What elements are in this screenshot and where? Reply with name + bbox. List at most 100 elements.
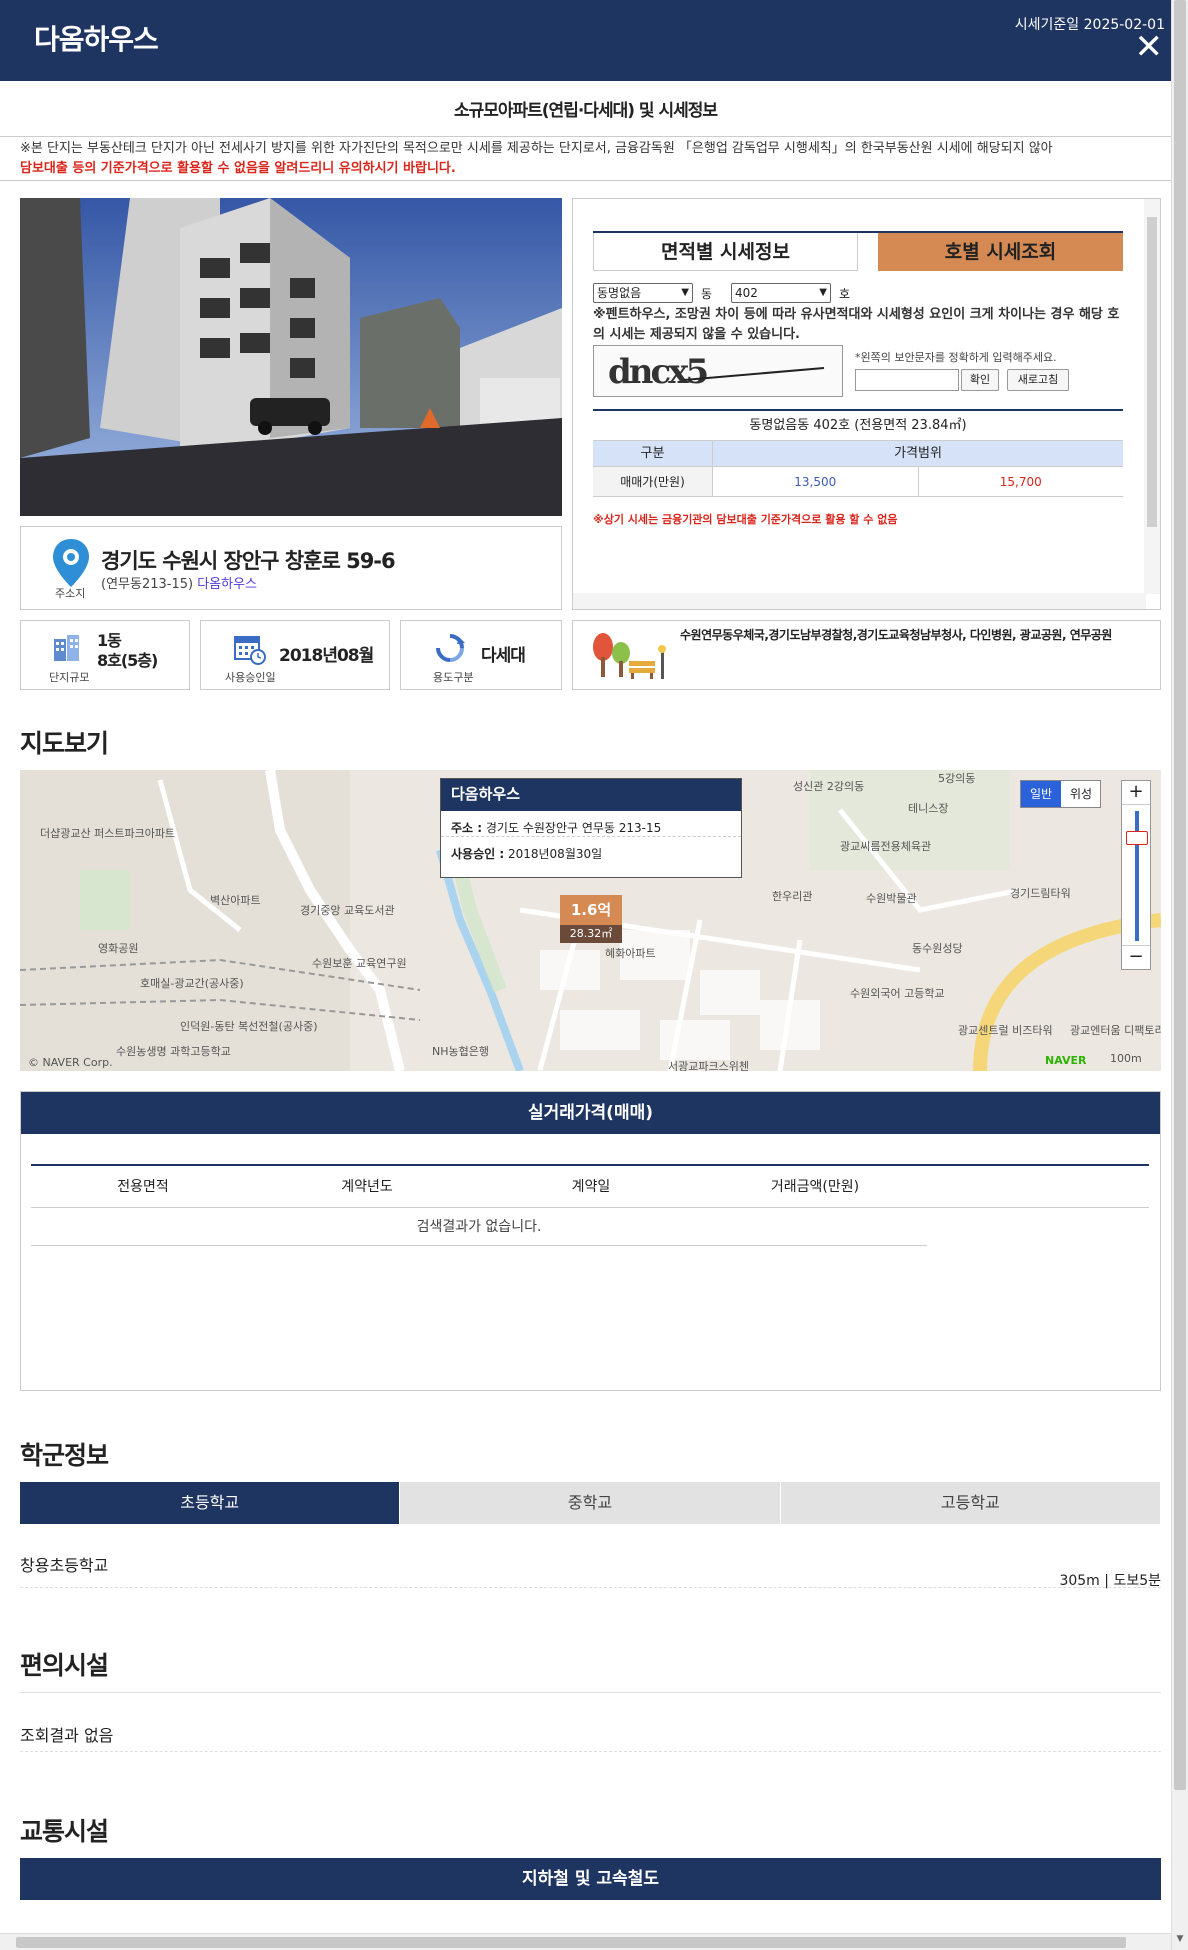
page-hscroll-thumb[interactable] — [16, 1937, 1126, 1948]
panel-hscrollbar[interactable] — [573, 593, 1146, 609]
price-high: 15,700 — [999, 475, 1042, 489]
price-table-header: 구분 가격범위 — [593, 441, 1123, 467]
panel-scrollbar[interactable] — [1144, 199, 1160, 594]
price-table: 동명없음동 402호 (전용면적 23.84㎡) 구분 가격범위 매매가(만원)… — [593, 409, 1123, 497]
dong-unit: 동 — [701, 287, 713, 301]
divider — [20, 1692, 1161, 1693]
building-icon — [54, 635, 79, 661]
ho-select[interactable]: 402 ▼ — [731, 283, 831, 303]
popup-approval-label: 사용승인 : — [451, 847, 505, 861]
map-label: 광교엔터움 디팩토리 — [1070, 1024, 1161, 1037]
tab-unit-price[interactable]: 호별 시세조회 — [878, 233, 1123, 271]
map-label: 경기중앙 교육도서관 — [300, 904, 395, 917]
col-amount: 거래금액(만원) — [770, 1179, 860, 1195]
price-panel: 면적별 시세정보 호별 시세조회 동명없음 ▼ 동 402 ▼ 호 ※펜트하우스… — [572, 198, 1161, 610]
map-label: 영화공원 — [98, 942, 139, 955]
refresh-button[interactable]: 새로고침 — [1007, 369, 1069, 391]
walk-time: 도보5분 — [1113, 1573, 1161, 1589]
recycle-icon — [436, 634, 465, 662]
page-scroll-thumb[interactable] — [1174, 0, 1186, 1790]
popup-address: 주소 : 경기도 수원장안구 연무동 213-15 — [441, 811, 741, 837]
nearby-facilities: 수원연무동우체국,경기도남부경찰청,경기도교육청남부청사, 다인병원, 광교공원… — [572, 620, 1161, 690]
tab-high[interactable]: 고등학교 — [780, 1482, 1161, 1524]
price-marker[interactable]: 1.6억 28.32㎡ — [560, 895, 622, 945]
map-label: 한우리관 — [772, 890, 813, 903]
map-label: 광교씨름전용체육관 — [840, 840, 932, 853]
trade-table-header: 전용면적 계약년도 계약일 거래금액(만원) — [31, 1166, 1149, 1208]
ho-unit: 호 — [839, 287, 851, 301]
convenience-empty: 조회결과 없음 — [20, 1726, 114, 1745]
school-tabs: 초등학교 중학교 고등학교 — [20, 1482, 1161, 1524]
map-label: 수원박물관 — [866, 892, 917, 905]
distance-value: 305m — [1059, 1573, 1100, 1589]
page-scrollbar[interactable]: ▼ — [1171, 0, 1188, 1950]
scroll-down-icon[interactable]: ▼ — [1172, 1934, 1188, 1948]
school-title: 학군정보 — [20, 1441, 109, 1470]
map-label: 수원농생명 과학고등학교 — [116, 1045, 231, 1058]
chevron-down-icon: ▼ — [819, 287, 827, 298]
map[interactable]: 더샵광교산 퍼스트파크아파트 벽산아파트 경기중앙 교육도서관 영화공원 수원보… — [20, 770, 1161, 1071]
popup-address-label: 주소 : — [451, 821, 483, 835]
jibun-address: (연무동213-15) 다옴하우스 — [101, 573, 257, 592]
dong-select[interactable]: 동명없음 ▼ — [593, 283, 693, 303]
map-type-normal[interactable]: 일반 — [1021, 781, 1061, 807]
close-icon[interactable]: ✕ — [1135, 30, 1164, 64]
confirm-button[interactable]: 확인 — [961, 369, 999, 391]
complex-link[interactable]: 다옴하우스 — [197, 577, 257, 592]
page-title: 다옴하우스 — [34, 23, 159, 56]
col-date: 계약일 — [571, 1179, 611, 1195]
col-area: 전용면적 — [117, 1179, 169, 1195]
col-range: 가격범위 — [894, 446, 942, 461]
map-label: 광교센트럴 비즈타워 — [958, 1024, 1053, 1037]
convenience-row: 조회결과 없음 — [20, 1716, 1161, 1752]
map-copyright: © NAVER Corp. — [28, 1056, 113, 1069]
popup-approval: 사용승인 : 2018년08월30일 — [441, 837, 741, 863]
price-result-title: 동명없음동 402호 (전용면적 23.84㎡) — [593, 411, 1123, 441]
captcha-input[interactable] — [855, 369, 959, 391]
zoom-in-button[interactable]: + — [1122, 781, 1150, 805]
popup-address-value: 경기도 수원장안구 연무동 213-15 — [485, 821, 662, 835]
map-label: 수원외국어 고등학교 — [850, 987, 945, 1000]
dong-select-value: 동명없음 — [597, 286, 642, 300]
map-label: 테니스장 — [908, 802, 949, 815]
complex-scale-value: 1동 8호(5층) — [97, 631, 158, 670]
map-type-satellite[interactable]: 위성 — [1061, 781, 1101, 807]
scroll-thumb[interactable] — [1147, 217, 1157, 527]
address-box: 주소지 경기도 수원시 장안구 창훈로 59-6 (연무동213-15) 다옴하… — [20, 526, 562, 610]
park-icon — [593, 633, 666, 679]
col-kind: 구분 — [593, 441, 713, 466]
calendar-icon — [234, 636, 266, 665]
map-label: 혜화아파트 — [605, 947, 656, 960]
chevron-down-icon: ▼ — [681, 287, 689, 298]
notice: ※본 단지는 부동산테크 단지가 아닌 전세사기 방지를 위한 자가진단의 목적… — [0, 136, 1171, 181]
col-year: 계약년도 — [341, 1179, 393, 1195]
penthouse-warning: ※펜트하우스, 조망권 차이 등에 따라 유사면적대와 시세형성 요인이 크게 … — [593, 307, 1120, 342]
school-distance: 305m | 도보5분 — [1059, 1573, 1161, 1589]
page-hscrollbar[interactable] — [0, 1933, 1171, 1950]
trade-section: 실거래가격(매매) 전용면적 계약년도 계약일 거래금액(만원) 검색결과가 없… — [20, 1091, 1161, 1391]
map-label: 더샵광교산 퍼스트파크아파트 — [40, 827, 176, 840]
approval-value: 2018년08월 — [279, 646, 374, 666]
map-label: 벽산아파트 — [210, 894, 261, 907]
zoom-out-button[interactable]: − — [1122, 945, 1150, 969]
map-label: NH농협은행 — [432, 1045, 489, 1058]
tab-middle[interactable]: 중학교 — [400, 1482, 781, 1524]
header: 다옴하우스 시세기준일 2025-02-01 ✕ — [0, 0, 1171, 81]
convenience-title: 편의시설 — [20, 1651, 109, 1680]
ho-select-value: 402 — [735, 286, 758, 300]
zoom-handle[interactable] — [1126, 831, 1148, 845]
tab-elementary[interactable]: 초등학교 — [20, 1482, 401, 1524]
notice-line2: 담보대출 등의 기준가격으로 활용할 수 없음을 알려드리니 유의하시기 바랍니… — [20, 161, 456, 176]
transport-bar: 지하철 및 고속철도 — [20, 1858, 1161, 1900]
map-label: 수원보훈 교육연구원 — [312, 957, 407, 970]
road-address: 경기도 수원시 장안구 창훈로 59-6 — [101, 549, 396, 573]
tab-area-price[interactable]: 면적별 시세정보 — [593, 233, 858, 271]
use-type-box: 다세대 용도구분 — [400, 620, 562, 690]
jibun-text: (연무동213-15) — [101, 577, 194, 592]
map-label: 경기드림타워 — [1010, 887, 1071, 900]
school-row: 창용초등학교 305m | 도보5분 — [20, 1548, 1161, 1589]
map-label: 동수원성당 — [912, 942, 963, 955]
section-subtitle: 소규모아파트(연립·다세대) 및 시세정보 — [453, 101, 718, 121]
zoom-control: + − — [1121, 780, 1151, 970]
price-tabs: 면적별 시세정보 호별 시세조회 — [593, 231, 1123, 271]
